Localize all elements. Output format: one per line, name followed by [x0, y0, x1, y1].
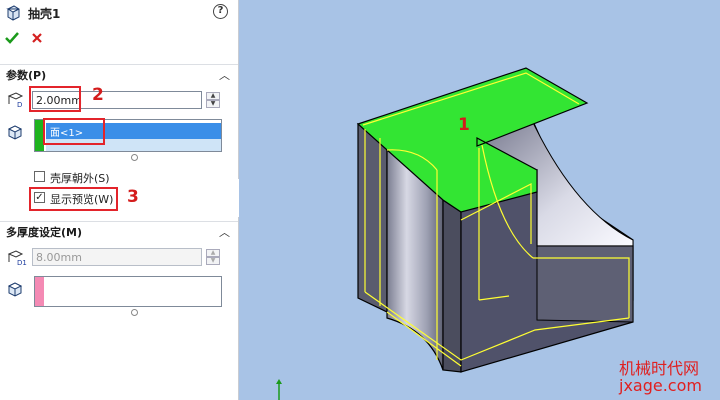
annotation-number-3: 3	[127, 187, 139, 207]
annotation-box-1	[43, 118, 105, 145]
annotation-number-2: 2	[92, 85, 104, 105]
chevron-up-icon[interactable]: ︿	[219, 224, 230, 240]
annotation-number-1: 1	[458, 115, 470, 135]
thickness-icon: D	[7, 92, 24, 109]
chevron-up-icon[interactable]: ︿	[219, 67, 230, 83]
multi-thickness-section-title: 多厚度设定(M)	[6, 226, 83, 239]
svg-text:D: D	[17, 101, 22, 108]
help-icon[interactable]: ?	[213, 4, 228, 19]
multi-thickness-value: 8.00mm	[36, 251, 82, 264]
faces-to-remove-icon	[7, 124, 23, 140]
check-icon	[5, 32, 19, 44]
property-manager-panel: 抽壳1 ? 参数(P) ︿ D 2.00mm ▲ ▼ 2 面<1> 壳厚朝外(S)…	[0, 0, 239, 400]
shell-outward-checkbox[interactable]	[34, 171, 45, 182]
x-icon	[32, 33, 42, 43]
watermark-line2: jxage.com	[619, 376, 702, 395]
resize-handle[interactable]	[131, 309, 138, 316]
multi-thickness-faces-list[interactable]	[34, 276, 222, 307]
multi-faces-icon	[7, 281, 23, 297]
shell-feature-icon	[5, 5, 21, 21]
graphics-viewport[interactable]: 1 机械时代网 jxage.com	[239, 0, 720, 400]
params-section-header[interactable]: 参数(P) ︿	[0, 64, 238, 83]
feature-title: 抽壳1	[28, 7, 61, 21]
multi-thickness-spinner: ▲ ▼	[206, 249, 220, 265]
triad-axis-icon	[273, 378, 285, 400]
ok-button[interactable]	[5, 31, 19, 45]
params-section-title: 参数(P)	[6, 69, 47, 82]
svg-text:D1: D1	[17, 259, 27, 266]
cancel-button[interactable]	[31, 32, 43, 44]
shell-part-model[interactable]	[239, 0, 720, 400]
resize-handle[interactable]	[131, 154, 138, 161]
list-color-swatch	[35, 277, 44, 306]
thickness-spinner[interactable]: ▲ ▼	[206, 92, 220, 108]
annotation-box-2	[29, 86, 81, 112]
multi-thickness-section-header[interactable]: 多厚度设定(M) ︿	[0, 221, 238, 240]
multi-thickness-input: 8.00mm	[32, 248, 202, 266]
annotation-box-3	[29, 187, 118, 211]
multi-thickness-icon: D1	[7, 250, 27, 267]
shell-outward-label: 壳厚朝外(S)	[50, 172, 110, 185]
